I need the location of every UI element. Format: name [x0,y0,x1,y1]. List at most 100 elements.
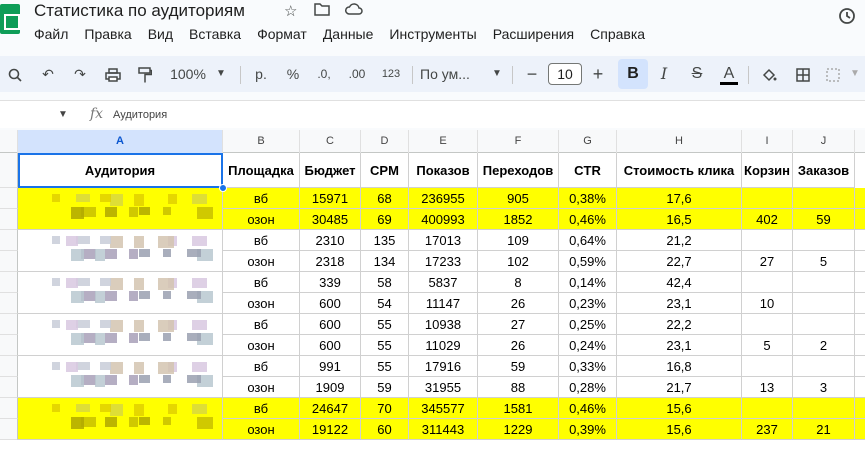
header-cell[interactable]: Аудитория [18,153,223,188]
increase-font-size-icon[interactable]: + [588,56,608,92]
cell-cpc[interactable]: 23,1 [617,293,742,314]
menu-item[interactable]: Данные [323,26,374,44]
cell-orders[interactable]: 3 [793,377,855,398]
cell-shows[interactable]: 5837 [409,272,478,293]
cell-cpc[interactable]: 21,7 [617,377,742,398]
cell-orders[interactable]: 2 [793,335,855,356]
zoom-select[interactable]: 100% [166,56,210,92]
cell-shows[interactable]: 11029 [409,335,478,356]
cell-clicks[interactable]: 88 [478,377,559,398]
cell-platform[interactable]: вб [223,398,300,419]
menu-item[interactable]: Справка [590,26,645,44]
cell-carts[interactable]: 27 [742,251,793,272]
menu-item[interactable]: Вид [148,26,173,44]
row-number[interactable] [0,293,18,314]
row-number[interactable] [0,398,18,419]
cell-cpc[interactable]: 22,2 [617,314,742,335]
cell-platform[interactable]: вб [223,356,300,377]
cell-budget[interactable]: 600 [300,314,361,335]
cell-cpm[interactable]: 59 [361,377,409,398]
cell-k[interactable] [855,251,865,272]
cell-cpc[interactable]: 23,1 [617,335,742,356]
cell-k[interactable] [855,377,865,398]
italic-button[interactable]: I [654,56,674,92]
cell-cpc[interactable]: 42,4 [617,272,742,293]
cell-k[interactable] [855,293,865,314]
merge-dropdown-icon[interactable]: ▼ [848,56,862,92]
cell-budget[interactable]: 600 [300,293,361,314]
cell-clicks[interactable]: 26 [478,293,559,314]
cell-budget[interactable]: 24647 [300,398,361,419]
cell-clicks[interactable]: 8 [478,272,559,293]
audience-cell-redacted[interactable] [18,356,223,398]
cell-carts[interactable] [742,272,793,293]
cell-orders[interactable]: 59 [793,209,855,230]
cloud-status-icon[interactable] [345,2,363,20]
cell-budget[interactable]: 2310 [300,230,361,251]
cell-budget[interactable]: 339 [300,272,361,293]
cell-k[interactable] [855,272,865,293]
cell-platform[interactable]: вб [223,230,300,251]
cell-carts[interactable]: 237 [742,419,793,440]
header-cell[interactable]: Заказов [793,153,855,188]
star-icon[interactable]: ☆ [284,2,297,20]
row-number[interactable] [0,272,18,293]
row-number[interactable] [0,356,18,377]
cell-clicks[interactable]: 109 [478,230,559,251]
cell-shows[interactable]: 17233 [409,251,478,272]
row-number[interactable] [0,153,18,188]
header-cell[interactable]: Площадка [223,153,300,188]
column-header-g[interactable]: G [559,130,617,153]
menu-item[interactable]: Формат [257,26,307,44]
cell-shows[interactable]: 345577 [409,398,478,419]
column-header-c[interactable]: C [300,130,361,153]
cell-budget[interactable]: 19122 [300,419,361,440]
menu-item[interactable]: Правка [84,26,131,44]
cell-platform[interactable]: вб [223,272,300,293]
cell-k[interactable] [855,398,865,419]
cell-cpm[interactable]: 68 [361,188,409,209]
cell-orders[interactable] [793,398,855,419]
header-cell[interactable]: CPM [361,153,409,188]
cell-k[interactable] [855,335,865,356]
bold-button[interactable]: B [618,59,648,89]
cell-platform[interactable]: озон [223,293,300,314]
cell-ctr[interactable]: 0,23% [559,293,617,314]
header-cell[interactable]: Переходов [478,153,559,188]
cell-shows[interactable]: 400993 [409,209,478,230]
fill-handle[interactable] [219,184,227,192]
cell-k[interactable] [855,314,865,335]
merge-cells-icon[interactable] [822,56,844,92]
header-cell[interactable]: Бюджет [300,153,361,188]
cell-clicks[interactable]: 1229 [478,419,559,440]
cell-ctr[interactable]: 0,14% [559,272,617,293]
select-all-corner[interactable] [0,130,18,153]
cell-ctr[interactable]: 0,24% [559,335,617,356]
cell-platform[interactable]: озон [223,419,300,440]
cell-clicks[interactable]: 27 [478,314,559,335]
audience-cell-redacted[interactable] [18,314,223,356]
row-number[interactable] [0,419,18,440]
font-size-input[interactable]: 10 [548,63,582,85]
cell-cpm[interactable]: 54 [361,293,409,314]
cell-ctr[interactable]: 0,39% [559,419,617,440]
cell-orders[interactable]: 21 [793,419,855,440]
cell-k[interactable] [855,209,865,230]
cell-cpc[interactable]: 17,6 [617,188,742,209]
cell-platform[interactable]: озон [223,335,300,356]
cell-ctr[interactable]: 0,59% [559,251,617,272]
redo-icon[interactable]: ↷ [70,56,90,92]
menu-item[interactable]: Файл [34,26,68,44]
cell-cpc[interactable]: 16,8 [617,356,742,377]
cell-cpm[interactable]: 55 [361,335,409,356]
cell-orders[interactable] [793,188,855,209]
cell-shows[interactable]: 31955 [409,377,478,398]
cell-shows[interactable]: 17013 [409,230,478,251]
document-title[interactable]: Статистика по аудиториям [34,1,245,21]
cell-orders[interactable] [793,356,855,377]
audience-cell-redacted[interactable] [18,230,223,272]
cell-carts[interactable] [742,230,793,251]
zoom-dropdown-icon[interactable]: ▼ [214,56,228,92]
column-header-e[interactable]: E [409,130,478,153]
cell-cpc[interactable]: 15,6 [617,398,742,419]
